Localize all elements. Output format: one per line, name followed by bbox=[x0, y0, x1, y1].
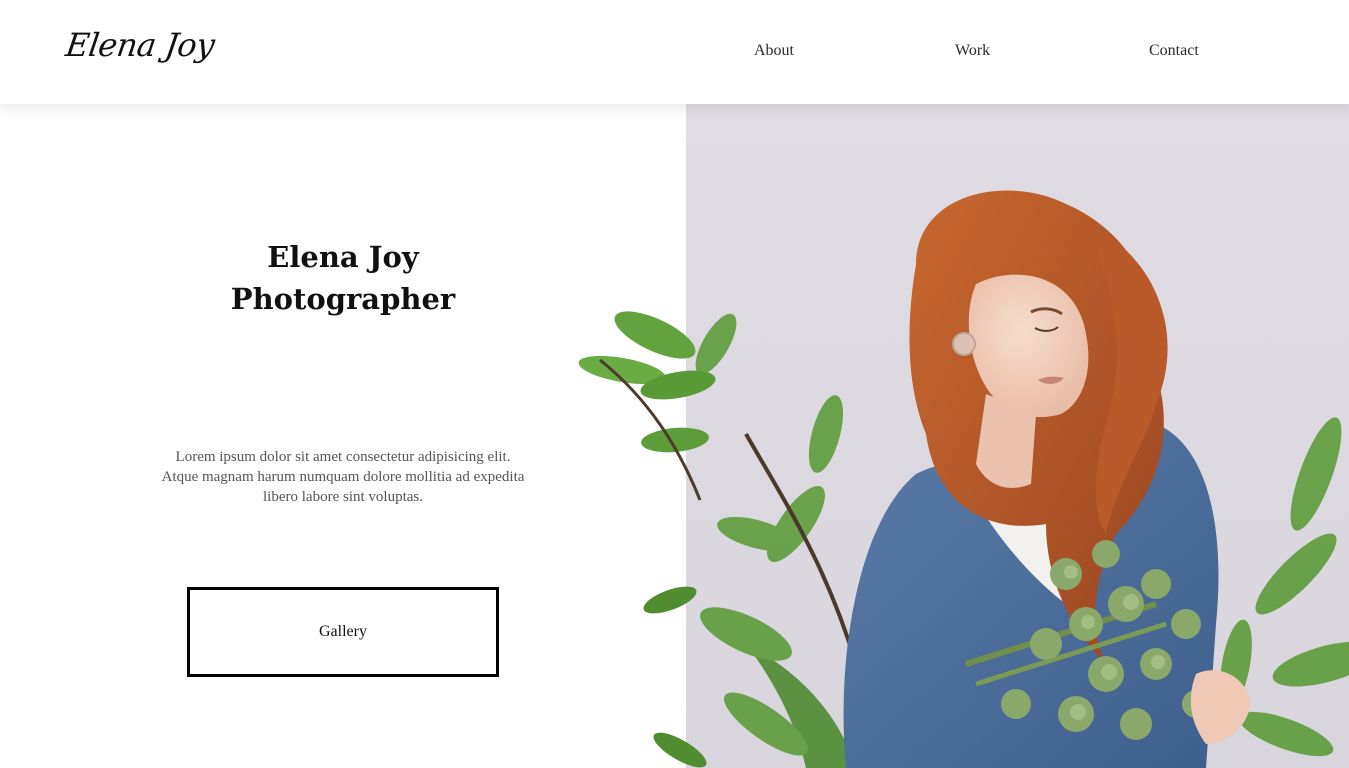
leaf-overlay bbox=[578, 311, 716, 768]
gallery-button[interactable]: Gallery bbox=[187, 587, 499, 677]
nav-work[interactable]: Work bbox=[955, 42, 990, 60]
hero-description: Lorem ipsum dolor sit amet consectetur a… bbox=[161, 449, 525, 505]
portrait-photo bbox=[686, 104, 1349, 768]
portrait-illustration bbox=[686, 104, 1349, 768]
nav-contact[interactable]: Contact bbox=[1149, 42, 1199, 60]
logo[interactable]: Elena Joy bbox=[63, 26, 216, 64]
hero-title-name: Elena Joy bbox=[267, 240, 419, 274]
nav-about[interactable]: About bbox=[754, 42, 794, 60]
site-header: Elena Joy About Work Contact bbox=[0, 0, 1349, 104]
